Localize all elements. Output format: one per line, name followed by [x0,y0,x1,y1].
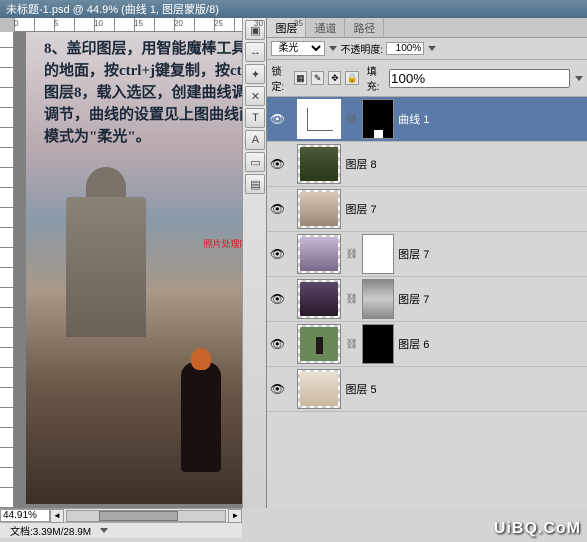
tool-button-3[interactable]: ✕ [245,86,265,106]
layer-name-label[interactable]: 曲线 1 [398,111,585,127]
right-toolbar: ▣↔✦✕TA▭▤ [242,18,266,508]
layer-thumbnail[interactable] [297,144,341,184]
layer-mask[interactable] [362,234,394,274]
layers-panel: 图层通道路径 柔光 不透明度: 锁定: ▦ ✎ ✥ 🔒 填充: 👁 ⛓ 曲线 1 👁 图… [266,18,587,508]
layer-row[interactable]: 👁 图层 5 [267,367,587,412]
blend-row: 柔光 不透明度: [267,38,587,60]
ruler-tick: 10 [94,19,103,28]
canvas[interactable]: 8、盖印图层，用智能魔棒工具选取图片下方的地面，按ctrl+j键复制，按ctrl… [14,32,242,508]
scroll-left-button[interactable]: ◄ [50,509,64,523]
tool-button-4[interactable]: T [245,108,265,128]
canvas-area: 05101520253035 8、盖印图层，用智能魔棒工具选取图片下方的地面，按… [0,18,242,508]
doc-info: 文档:3.39M/28.9M [10,523,91,538]
visibility-toggle[interactable]: 👁 [269,291,285,307]
lock-position-button[interactable]: ✥ [328,71,341,85]
tab-通道[interactable]: 通道 [306,18,345,37]
status-menu-icon[interactable] [100,528,108,533]
tutorial-text: 8、盖印图层，用智能魔棒工具选取图片下方的地面，按ctrl+j键复制，按ctrl… [44,38,242,148]
document-image[interactable]: 8、盖印图层，用智能魔棒工具选取图片下方的地面，按ctrl+j键复制，按ctrl… [26,32,242,504]
visibility-toggle[interactable]: 👁 [269,246,285,262]
layer-name-label[interactable]: 图层 7 [398,291,585,307]
visibility-toggle[interactable]: 👁 [269,111,285,127]
blend-mode-select[interactable]: 柔光 [271,41,325,56]
fill-label: 填充: [367,63,385,93]
layer-name-label[interactable]: 图层 7 [398,246,585,262]
scroll-right-button[interactable]: ► [228,509,242,523]
layer-mask[interactable] [362,99,394,139]
visibility-toggle[interactable]: 👁 [269,156,285,172]
castle-graphic [66,197,146,337]
layer-row[interactable]: 👁 ⛓ 图层 7 [267,277,587,322]
layer-row[interactable]: 👁 ⛓ 图层 7 [267,232,587,277]
document-titlebar: 未标题-1.psd @ 44.9% (曲线 1, 图层蒙版/8) [0,0,587,18]
layer-thumbnail[interactable] [297,279,341,319]
tool-button-2[interactable]: ✦ [245,64,265,84]
layers-list[interactable]: 👁 ⛓ 曲线 1 👁 图层 8 👁 图层 7 👁 ⛓ 图层 7 👁 ⛓ 图层 7 👁 ⛓ 图层 6 👁 图层 5 [267,97,587,508]
fill-input[interactable] [389,69,570,88]
layer-row[interactable]: 👁 ⛓ 曲线 1 [267,97,587,142]
ruler-tick: 30 [254,19,263,28]
person-graphic [181,362,221,472]
photops-logo: PhotOPS [241,214,242,237]
photops-subtitle: 照片处理网 www.photops.com [203,237,242,250]
layer-row[interactable]: 👁 图层 7 [267,187,587,232]
link-icon[interactable]: ⛓ [345,249,358,260]
lock-row: 锁定: ▦ ✎ ✥ 🔒 填充: [267,60,587,97]
tool-button-6[interactable]: ▭ [245,152,265,172]
ruler-tick: 25 [214,19,223,28]
bottom-bar: ◄ ► [0,508,242,522]
ruler-vertical[interactable] [0,32,14,508]
ruler-tick: 20 [174,19,183,28]
lock-all-button[interactable]: 🔒 [345,71,358,85]
tab-路径[interactable]: 路径 [345,18,384,37]
link-icon[interactable]: ⛓ [345,339,358,350]
ruler-tick: 15 [134,19,143,28]
layer-thumbnail[interactable] [297,234,341,274]
lock-transparency-button[interactable]: ▦ [294,71,307,85]
scrollbar-thumb[interactable] [99,511,178,521]
tool-button-1[interactable]: ↔ [245,42,265,62]
layer-mask[interactable] [362,324,394,364]
panel-tabs: 图层通道路径 [267,18,587,38]
ruler-horizontal[interactable]: 05101520253035 [14,18,242,32]
title-text: 未标题-1.psd @ 44.9% (曲线 1, 图层蒙版/8) [6,1,219,17]
status-bar: 文档:3.39M/28.9M [0,522,242,538]
link-icon[interactable]: ⛓ [345,294,358,305]
layer-name-label[interactable]: 图层 7 [345,201,585,217]
fill-menu-icon[interactable] [575,76,583,81]
scrollbar-horizontal[interactable] [66,510,226,522]
dropdown-icon[interactable] [329,46,337,51]
layer-name-label[interactable]: 图层 8 [345,156,585,172]
layer-thumbnail[interactable] [297,99,341,139]
visibility-toggle[interactable]: 👁 [269,381,285,397]
link-icon[interactable]: ⛓ [345,114,358,125]
visibility-toggle[interactable]: 👁 [269,201,285,217]
layer-thumbnail[interactable] [297,189,341,229]
layer-name-label[interactable]: 图层 5 [345,381,585,397]
ruler-tick: 5 [54,19,58,28]
tool-button-7[interactable]: ▤ [245,174,265,194]
layer-name-label[interactable]: 图层 6 [398,336,585,352]
opacity-label: 不透明度: [340,41,383,56]
lock-label: 锁定: [271,63,289,93]
watermark: UiBQ.CoM [494,520,581,538]
visibility-toggle[interactable]: 👁 [269,336,285,352]
layer-thumbnail[interactable] [297,369,341,409]
opacity-input[interactable] [386,42,424,55]
zoom-input[interactable] [0,509,50,522]
opacity-menu-icon[interactable] [428,46,436,51]
ruler-tick: 0 [14,19,18,28]
lock-pixels-button[interactable]: ✎ [311,71,324,85]
layer-thumbnail[interactable] [297,324,341,364]
layer-row[interactable]: 👁 ⛓ 图层 6 [267,322,587,367]
layer-mask[interactable] [362,279,394,319]
layer-row[interactable]: 👁 图层 8 [267,142,587,187]
ruler-tick: 35 [294,19,303,28]
tool-button-5[interactable]: A [245,130,265,150]
